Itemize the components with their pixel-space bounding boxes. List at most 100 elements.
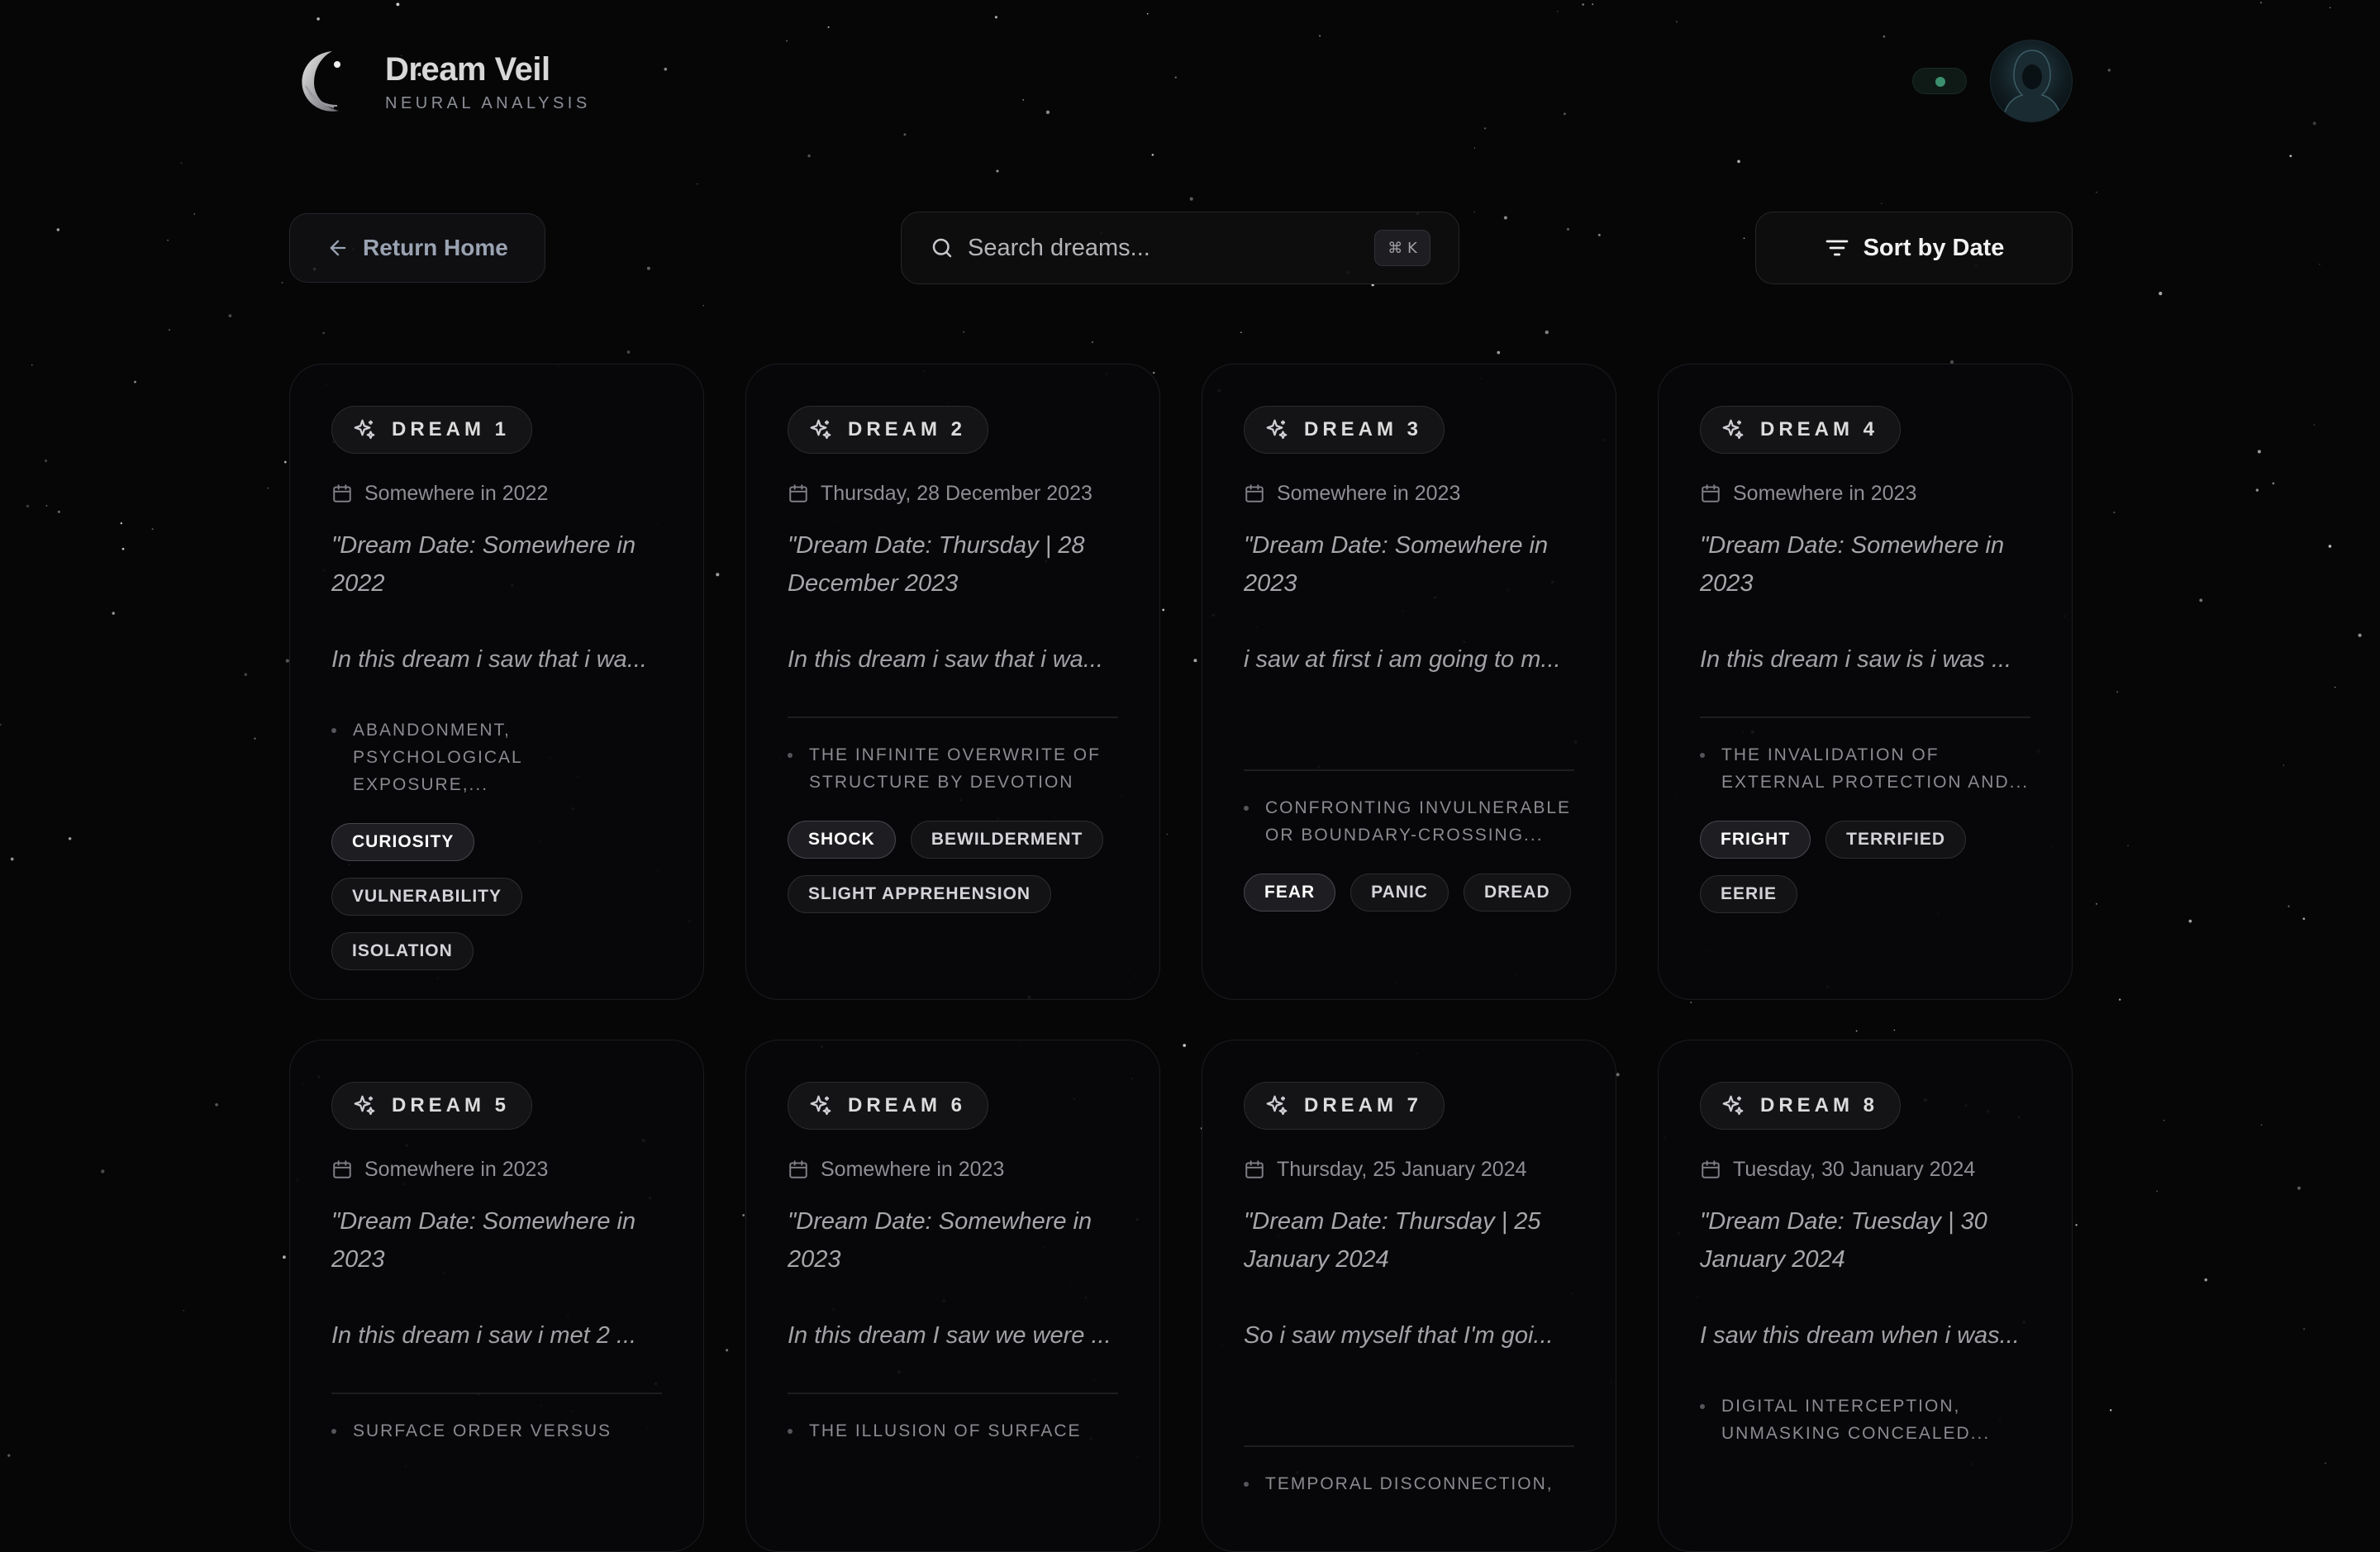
- dream-date: Thursday, 28 December 2023: [788, 474, 1118, 513]
- dream-excerpt: In this dream i saw that i wa...: [331, 646, 647, 673]
- user-avatar[interactable]: [1990, 40, 2073, 122]
- calendar-icon: [1244, 1159, 1265, 1180]
- emotion-tag[interactable]: ISOLATION: [331, 932, 474, 970]
- dream-excerpt: In this dream i saw i met 2 ...: [331, 1322, 637, 1349]
- sparkles-icon: [1721, 417, 1745, 442]
- dream-badge: DREAM 2: [788, 406, 989, 454]
- dream-card[interactable]: DREAM 2 Thursday, 28 December 2023 "Dream …: [745, 364, 1160, 1000]
- dream-theme: THE ILLUSION OF SURFACE: [788, 1417, 1118, 1445]
- emotion-tag[interactable]: VULNERABILITY: [331, 878, 522, 916]
- calendar-icon: [331, 483, 353, 504]
- dream-theme: DIGITAL INTERCEPTION, UNMASKING CONCEALE…: [1700, 1393, 2030, 1447]
- card-divider: [1244, 1445, 1574, 1447]
- dream-date: Somewhere in 2023: [788, 1150, 1118, 1189]
- dream-date: Thursday, 25 January 2024: [1244, 1150, 1574, 1189]
- dream-label: DREAM 8: [1760, 1094, 1879, 1116]
- dream-card[interactable]: DREAM 7 Thursday, 25 January 2024 "Dream D…: [1202, 1040, 1616, 1552]
- search-icon: [930, 236, 954, 260]
- dream-quote: "Dream Date: Somewhere in 2023: [1244, 532, 1549, 597]
- sparkles-icon: [808, 1093, 833, 1118]
- bullet-dot-icon: [788, 752, 793, 758]
- dream-date-text: Thursday, 25 January 2024: [1277, 1157, 1527, 1181]
- dream-theme-text: DIGITAL INTERCEPTION, UNMASKING CONCEALE…: [1721, 1397, 1991, 1443]
- emotion-tag[interactable]: EERIE: [1700, 874, 1798, 913]
- bullet-dot-icon: [331, 728, 336, 733]
- calendar-icon: [331, 1159, 353, 1180]
- dream-quote: "Dream Date: Somewhere in 2023: [1700, 532, 2005, 597]
- emotion-tags: CURIOSITY VULNERABILITY ISOLATION: [331, 823, 662, 970]
- dream-card[interactable]: DREAM 5 Somewhere in 2023 "Dream Date: Som…: [289, 1040, 704, 1552]
- emotion-tag[interactable]: SLIGHT APPREHENSION: [788, 874, 1052, 913]
- dream-label: DREAM 4: [1760, 418, 1879, 440]
- sparkles-icon: [352, 1093, 377, 1118]
- emotion-tag[interactable]: CURIOSITY: [331, 823, 475, 861]
- bullet-dot-icon: [788, 1428, 793, 1434]
- dream-badge: DREAM 8: [1700, 1082, 1902, 1130]
- dream-theme-text: TEMPORAL DISCONNECTION,: [1265, 1473, 1554, 1493]
- dream-quote: "Dream Date: Somewhere in 2022: [331, 532, 636, 597]
- search-input[interactable]: [968, 234, 1348, 262]
- dream-excerpt: I saw this dream when i was...: [1700, 1322, 2020, 1349]
- emotion-tag[interactable]: FRIGHT: [1700, 820, 1811, 859]
- dream-theme-text: THE INVALIDATION OF EXTERNAL PROTECTION …: [1721, 745, 2030, 792]
- sparkles-icon: [352, 417, 377, 442]
- dream-badge: DREAM 5: [331, 1082, 533, 1130]
- dream-date-text: Thursday, 28 December 2023: [821, 481, 1092, 505]
- card-divider: [788, 716, 1118, 718]
- bullet-dot-icon: [1244, 1481, 1249, 1487]
- dream-card[interactable]: DREAM 8 Tuesday, 30 January 2024 "Dream Da…: [1658, 1040, 2073, 1552]
- dream-card[interactable]: DREAM 6 Somewhere in 2023 "Dream Date: Som…: [745, 1040, 1160, 1552]
- dream-date-text: Somewhere in 2023: [1277, 481, 1461, 505]
- calendar-icon: [1700, 483, 1721, 504]
- app-title: Dream Veil: [385, 51, 550, 88]
- card-divider: [1244, 769, 1574, 771]
- emotion-tags: FEAR PANIC DREAD: [1244, 873, 1574, 912]
- dream-theme-text: THE INFINITE OVERWRITE OF STRUCTURE BY D…: [809, 745, 1101, 792]
- dream-excerpt: In this dream i saw is i was ...: [1700, 646, 2012, 673]
- dream-excerpt: In this dream i saw that i wa...: [788, 646, 1103, 673]
- dream-theme-text: SURFACE ORDER VERSUS: [353, 1421, 612, 1440]
- sort-by-date-button[interactable]: Sort by Date: [1755, 212, 2073, 284]
- dream-date-text: Tuesday, 30 January 2024: [1733, 1157, 1976, 1181]
- emotion-tag[interactable]: SHOCK: [788, 820, 896, 859]
- search-box[interactable]: ⌘ K: [901, 212, 1459, 284]
- bullet-dot-icon: [1700, 1404, 1705, 1409]
- dream-card[interactable]: DREAM 3 Somewhere in 2023 "Dream Date: Som…: [1202, 364, 1616, 1000]
- dream-card[interactable]: DREAM 1 Somewhere in 2022 "Dream Date: Som…: [289, 364, 704, 1000]
- emotion-tag[interactable]: DREAD: [1463, 873, 1571, 912]
- sparkles-icon: [1264, 1093, 1289, 1118]
- dream-card[interactable]: DREAM 4 Somewhere in 2023 "Dream Date: Som…: [1658, 364, 2073, 1000]
- dream-excerpt: i saw at first i am going to m...: [1244, 646, 1561, 673]
- emotion-tag[interactable]: PANIC: [1350, 873, 1449, 912]
- dream-date-text: Somewhere in 2023: [364, 1157, 549, 1181]
- return-home-button[interactable]: Return Home: [289, 213, 545, 283]
- dream-theme: ABANDONMENT, PSYCHOLOGICAL EXPOSURE,...: [331, 716, 662, 798]
- dream-badge: DREAM 4: [1700, 406, 1902, 454]
- dream-label: DREAM 1: [392, 418, 511, 440]
- dream-date: Somewhere in 2023: [1700, 474, 2030, 513]
- card-divider: [788, 1393, 1118, 1394]
- dream-journal-page: Dream Veil NEURAL ANALYSIS Return Home ⌘…: [0, 0, 2380, 1552]
- emotion-tag[interactable]: TERRIFIED: [1825, 820, 1966, 859]
- emotion-tag[interactable]: FEAR: [1244, 873, 1336, 912]
- dream-theme: THE INVALIDATION OF EXTERNAL PROTECTION …: [1700, 741, 2030, 796]
- card-divider: [331, 1393, 662, 1394]
- calendar-icon: [788, 483, 809, 504]
- dream-label: DREAM 7: [1304, 1094, 1423, 1116]
- dream-excerpt: In this dream I saw we were ...: [788, 1322, 1111, 1349]
- dream-quote: "Dream Date: Somewhere in 2023: [788, 1208, 1092, 1273]
- status-dot-icon: [1935, 77, 1945, 87]
- emotion-tags: SHOCK BEWILDERMENT SLIGHT APPREHENSION: [788, 820, 1118, 913]
- status-indicator[interactable]: [1912, 68, 1967, 94]
- emotion-tag[interactable]: BEWILDERMENT: [910, 820, 1104, 859]
- crescent-moon-logo[interactable]: [294, 46, 360, 116]
- filter-lines-icon: [1824, 235, 1850, 261]
- dream-label: DREAM 6: [848, 1094, 967, 1116]
- sort-label: Sort by Date: [1863, 234, 2005, 261]
- return-home-label: Return Home: [363, 235, 508, 260]
- calendar-icon: [1244, 483, 1265, 504]
- dream-theme-text: ABANDONMENT, PSYCHOLOGICAL EXPOSURE,...: [353, 721, 522, 794]
- dream-label: DREAM 3: [1304, 418, 1423, 440]
- dream-badge: DREAM 7: [1244, 1082, 1445, 1130]
- dream-theme: CONFRONTING INVULNERABLE OR BOUNDARY-CRO…: [1244, 794, 1574, 849]
